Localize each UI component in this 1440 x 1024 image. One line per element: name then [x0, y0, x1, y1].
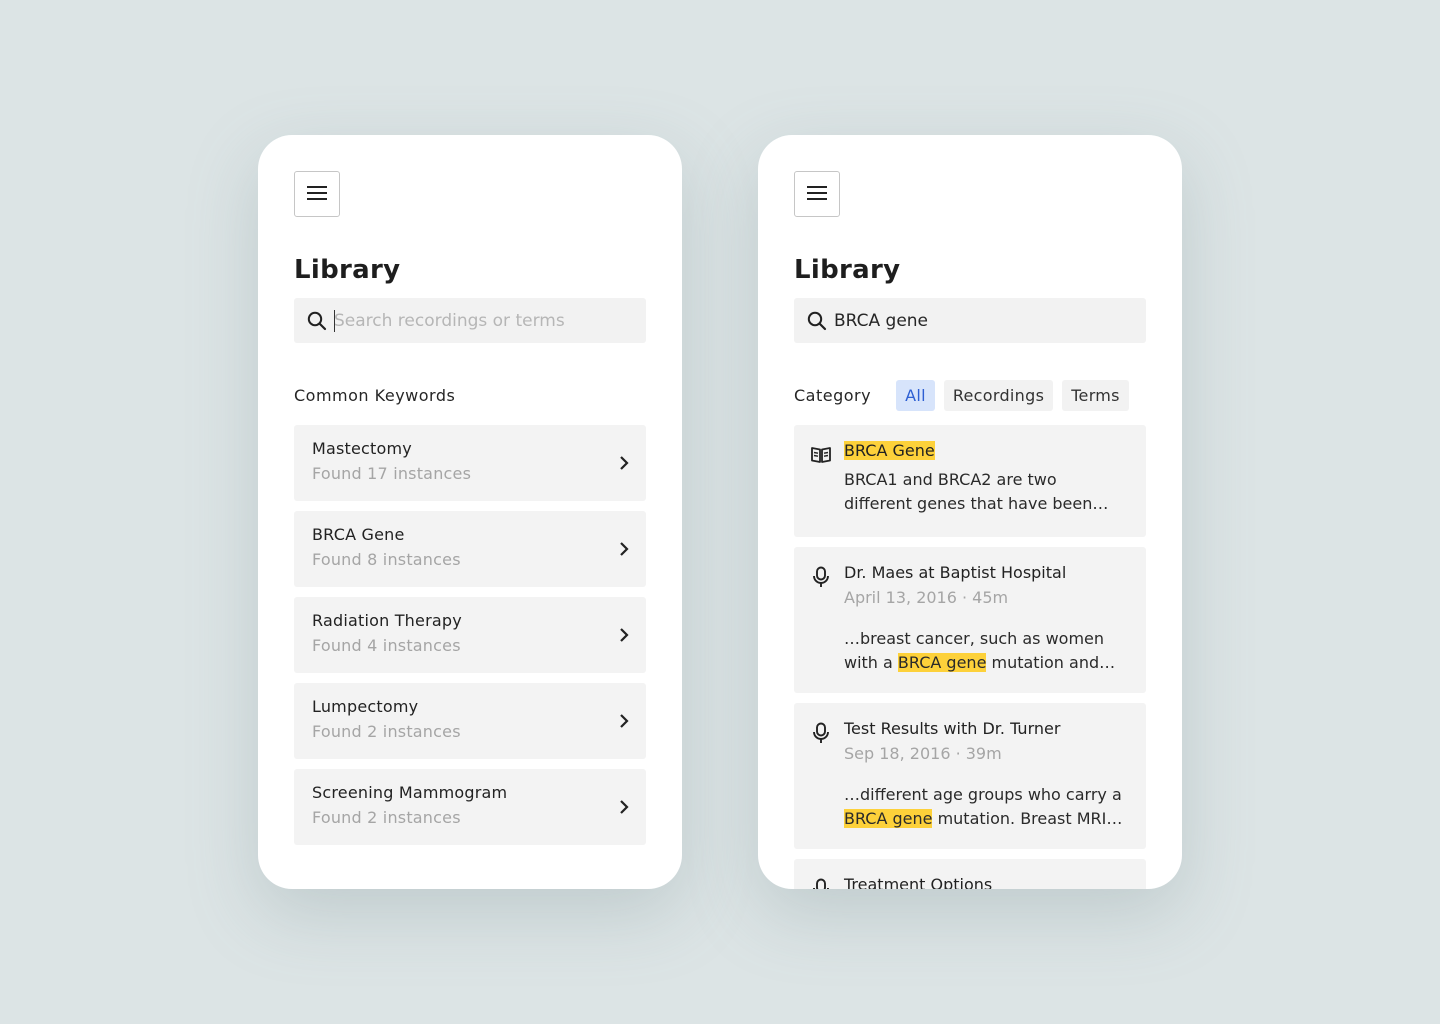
result-recording[interactable]: Dr. Maes at Baptist Hospital April 13, 2…	[794, 547, 1146, 693]
menu-button[interactable]	[294, 171, 340, 217]
keyword-name: Lumpectomy	[312, 697, 419, 716]
chip-terms[interactable]: Terms	[1062, 380, 1129, 411]
snippet-highlight: BRCA gene	[844, 809, 933, 828]
result-snippet: …different age groups who carry a BRCA g…	[844, 783, 1126, 831]
list-item[interactable]: Lumpectomy Found 2 instances	[294, 683, 646, 759]
hamburger-icon	[307, 185, 327, 204]
library-screen-default: Library Common Keywords Mastectomy Found…	[258, 135, 682, 889]
result-meta: Sep 18, 2016 · 39m	[844, 744, 1002, 763]
result-recording[interactable]: Treatment Options	[794, 859, 1146, 889]
chip-all[interactable]: All	[896, 380, 935, 411]
chevron-right-icon	[618, 626, 630, 644]
list-item[interactable]: BRCA Gene Found 8 instances	[294, 511, 646, 587]
result-recording[interactable]: Test Results with Dr. Turner Sep 18, 201…	[794, 703, 1146, 849]
keyword-name: Radiation Therapy	[312, 611, 462, 630]
result-title: Test Results with Dr. Turner	[844, 719, 1061, 738]
result-title: Dr. Maes at Baptist Hospital	[844, 563, 1067, 582]
chevron-right-icon	[618, 540, 630, 558]
chevron-right-icon	[618, 798, 630, 816]
book-icon	[810, 444, 832, 466]
page-title: Library	[794, 255, 901, 285]
result-title: BRCA Gene	[844, 441, 935, 460]
result-meta: April 13, 2016 · 45m	[844, 588, 1009, 607]
keyword-count: Found 2 instances	[312, 722, 461, 741]
search-input[interactable]: BRCA gene	[834, 311, 928, 331]
snippet-highlight: BRCA gene	[897, 653, 987, 672]
chip-recordings[interactable]: Recordings	[943, 380, 1054, 411]
hamburger-icon	[807, 185, 827, 204]
keyword-name: BRCA Gene	[312, 525, 405, 544]
microphone-icon	[810, 878, 832, 889]
search-icon	[807, 311, 827, 331]
keyword-count: Found 8 instances	[312, 550, 461, 569]
snippet-text: …different age groups who carry a	[844, 785, 1122, 804]
category-label: Category	[794, 386, 872, 405]
keyword-name: Mastectomy	[312, 439, 412, 458]
library-screen-search-results: Library BRCA gene Category All Recording…	[758, 135, 1182, 889]
text-cursor	[334, 310, 335, 332]
menu-button[interactable]	[794, 171, 840, 217]
list-item[interactable]: Radiation Therapy Found 4 instances	[294, 597, 646, 673]
keyword-name: Screening Mammogram	[312, 783, 508, 802]
microphone-icon	[810, 566, 832, 588]
chevron-right-icon	[618, 454, 630, 472]
snippet-text: mutation. Breast MRI…	[932, 809, 1123, 828]
search-bar[interactable]: BRCA gene	[794, 298, 1146, 343]
keyword-list: Mastectomy Found 17 instances BRCA Gene …	[294, 425, 646, 855]
snippet-text: mutation and…	[986, 653, 1116, 672]
section-heading: Common Keywords	[294, 386, 456, 405]
search-bar[interactable]	[294, 298, 646, 343]
search-icon	[307, 311, 327, 331]
results-list: BRCA Gene BRCA1 and BRCA2 are two differ…	[794, 425, 1146, 889]
list-item[interactable]: Screening Mammogram Found 2 instances	[294, 769, 646, 845]
result-term[interactable]: BRCA Gene BRCA1 and BRCA2 are two differ…	[794, 425, 1146, 537]
search-input[interactable]	[334, 305, 634, 336]
result-title: Treatment Options	[844, 875, 993, 889]
list-item[interactable]: Mastectomy Found 17 instances	[294, 425, 646, 501]
keyword-count: Found 2 instances	[312, 808, 461, 827]
keyword-count: Found 17 instances	[312, 464, 472, 483]
result-snippet: BRCA1 and BRCA2 are two different genes …	[844, 470, 1109, 513]
page-title: Library	[294, 255, 401, 285]
chevron-right-icon	[618, 712, 630, 730]
category-filter: Category All Recordings Terms	[794, 380, 1146, 411]
result-snippet: …breast cancer, such as women with a BRC…	[844, 627, 1126, 675]
microphone-icon	[810, 722, 832, 744]
keyword-count: Found 4 instances	[312, 636, 461, 655]
